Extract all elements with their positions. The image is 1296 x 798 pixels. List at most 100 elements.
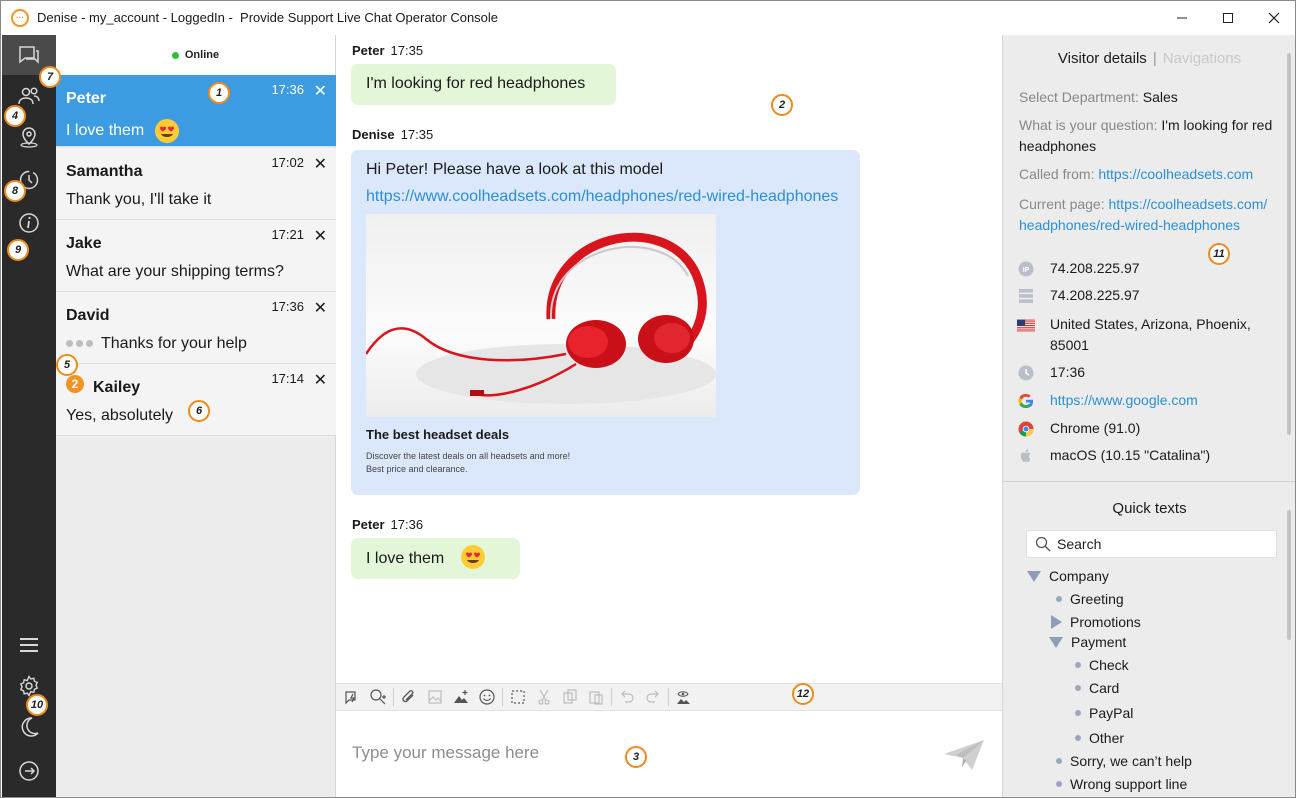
visitor-details-scrollbar[interactable] bbox=[1287, 53, 1291, 435]
local-time-value: 17:36 bbox=[1050, 364, 1086, 380]
message-time: 17:35 bbox=[390, 43, 424, 58]
nav-logout[interactable] bbox=[2, 751, 56, 791]
quick-texts-title: Quick texts bbox=[1112, 500, 1187, 517]
right-panel: Visitor details | Navigations Select Depar… bbox=[1002, 35, 1295, 797]
ip-row: IP 74.208.225.97 bbox=[1017, 258, 1283, 279]
called-from-field: Called from: https://coolheadsets.com bbox=[1019, 164, 1281, 185]
message-link[interactable]: https://www.coolheadsets.com/headphones/… bbox=[366, 188, 838, 206]
quick-text-other[interactable]: Other bbox=[1075, 730, 1124, 746]
close-chat-button[interactable]: ✕ bbox=[314, 154, 327, 174]
chat-item-jake[interactable]: Jake 17:21 ✕ What are your shipping term… bbox=[56, 220, 336, 292]
called-from-label: Called from: bbox=[1019, 166, 1095, 182]
server-icon bbox=[1017, 287, 1035, 305]
chat-name: Samantha bbox=[66, 163, 143, 180]
chat-name: Kailey bbox=[93, 379, 141, 396]
visitor-message-bubble: I love them bbox=[351, 538, 520, 579]
quick-text-check[interactable]: Check bbox=[1075, 657, 1129, 673]
message-text: I love them bbox=[366, 550, 445, 568]
ip-value: 74.208.225.97 bbox=[1050, 260, 1140, 276]
minimize-button[interactable] bbox=[1159, 1, 1205, 34]
close-chat-button[interactable]: ✕ bbox=[314, 226, 327, 246]
heart-eyes-emoji-icon bbox=[155, 119, 180, 143]
copy-button[interactable] bbox=[557, 685, 583, 709]
panel-divider bbox=[1003, 481, 1295, 482]
chat-name: Jake bbox=[66, 235, 102, 252]
cut-button[interactable] bbox=[531, 685, 557, 709]
quick-text-card[interactable]: Card bbox=[1075, 680, 1119, 696]
quick-text-wrong-line[interactable]: Wrong support line bbox=[1056, 776, 1187, 792]
quick-texts-scrollbar[interactable] bbox=[1287, 510, 1291, 640]
quick-text-label: Check bbox=[1089, 657, 1129, 673]
push-page-button[interactable] bbox=[365, 685, 391, 709]
bullet-icon bbox=[1056, 758, 1062, 764]
conversation-pane: Peter 17:35 I'm looking for red headphone… bbox=[336, 35, 1002, 683]
location-pin-icon bbox=[20, 127, 38, 148]
quick-text-folder-payment[interactable]: Payment bbox=[1049, 634, 1126, 650]
message-text: Hi Peter! Please have a look at this mod… bbox=[366, 161, 664, 178]
bullet-icon bbox=[1075, 710, 1081, 716]
paste-button[interactable] bbox=[583, 685, 609, 709]
chat-item-samantha[interactable]: Samantha 17:02 ✕ Thank you, I'll take it bbox=[56, 148, 336, 220]
title-bar: ··· Denise - my_account - LoggedIn - Pro… bbox=[1, 1, 1295, 34]
close-window-button[interactable] bbox=[1251, 1, 1295, 34]
close-chat-button[interactable]: ✕ bbox=[314, 81, 327, 101]
insert-image-button[interactable] bbox=[422, 685, 448, 709]
quick-texts-search[interactable] bbox=[1026, 530, 1277, 558]
scissors-icon bbox=[538, 689, 550, 705]
canned-response-button[interactable] bbox=[339, 685, 365, 709]
referrer-link[interactable]: https://www.google.com bbox=[1050, 390, 1198, 411]
chat-last-message-text: I love them bbox=[66, 122, 145, 140]
nav-info[interactable] bbox=[2, 203, 56, 243]
preview-button[interactable] bbox=[671, 685, 697, 709]
attach-file-button[interactable] bbox=[396, 685, 422, 709]
chats-icon bbox=[19, 46, 39, 64]
us-flag-icon bbox=[1017, 316, 1035, 334]
chat-last-message: Yes, absolutely bbox=[66, 407, 174, 424]
window-title: Denise - my_account - LoggedIn - Provide… bbox=[37, 10, 499, 25]
headphones-image[interactable] bbox=[366, 214, 716, 417]
browser-row: Chrome (91.0) bbox=[1017, 418, 1283, 439]
message-author: Peter bbox=[352, 43, 385, 58]
google-icon bbox=[1017, 392, 1035, 410]
callout-marker-10: 10 bbox=[26, 694, 48, 716]
tab-navigations[interactable]: Navigations bbox=[1163, 50, 1241, 67]
called-from-link[interactable]: https://coolheadsets.com bbox=[1098, 166, 1253, 182]
screenshot-button[interactable] bbox=[448, 685, 474, 709]
emoji-button[interactable] bbox=[474, 685, 500, 709]
quick-text-label: Card bbox=[1089, 680, 1120, 696]
quick-text-paypal[interactable]: PayPal bbox=[1075, 705, 1133, 721]
callout-marker-1: 1 bbox=[208, 82, 230, 104]
quick-text-label: Company bbox=[1049, 568, 1109, 584]
chat-time: 17:02 bbox=[271, 155, 304, 170]
toolbar-divider bbox=[611, 688, 612, 706]
quick-text-label: Promotions bbox=[1070, 614, 1141, 630]
maximize-button[interactable] bbox=[1205, 1, 1251, 34]
chat-last-message: I love them bbox=[66, 118, 180, 144]
ip-icon: IP bbox=[1017, 260, 1035, 278]
chat-item-david[interactable]: David 17:36 ✕ Thanks for your help bbox=[56, 292, 336, 364]
quick-text-folder-company[interactable]: Company bbox=[1027, 568, 1109, 584]
nav-menu[interactable] bbox=[2, 625, 56, 665]
online-status[interactable]: Online bbox=[56, 35, 335, 75]
redo-button[interactable] bbox=[640, 685, 666, 709]
lightning-icon bbox=[345, 691, 356, 705]
tab-visitor-details[interactable]: Visitor details bbox=[1058, 50, 1147, 67]
search-input[interactable] bbox=[1057, 536, 1257, 552]
callout-marker-9: 9 bbox=[7, 239, 29, 261]
svg-text:IP: IP bbox=[1023, 267, 1030, 274]
send-button[interactable] bbox=[940, 735, 988, 775]
close-chat-button[interactable]: ✕ bbox=[314, 298, 327, 318]
push-icon bbox=[370, 689, 386, 705]
undo-button[interactable] bbox=[614, 685, 640, 709]
os-row: macOS (10.15 "Catalina") bbox=[1017, 445, 1283, 466]
chat-item-peter[interactable]: Peter 17:36 ✕ I love them bbox=[56, 75, 336, 147]
chat-last-message: Thanks for your help bbox=[66, 335, 247, 353]
select-all-button[interactable] bbox=[505, 685, 531, 709]
quick-text-folder-promotions[interactable]: Promotions bbox=[1051, 614, 1141, 630]
close-chat-button[interactable]: ✕ bbox=[314, 370, 327, 390]
quick-text-greeting[interactable]: Greeting bbox=[1056, 591, 1124, 607]
location-row: United States, Arizona, Phoenix, 85001 bbox=[1017, 314, 1283, 356]
smiley-icon bbox=[479, 689, 495, 705]
callout-marker-3: 3 bbox=[625, 746, 647, 768]
quick-text-sorry[interactable]: Sorry, we can’t help bbox=[1056, 753, 1192, 769]
